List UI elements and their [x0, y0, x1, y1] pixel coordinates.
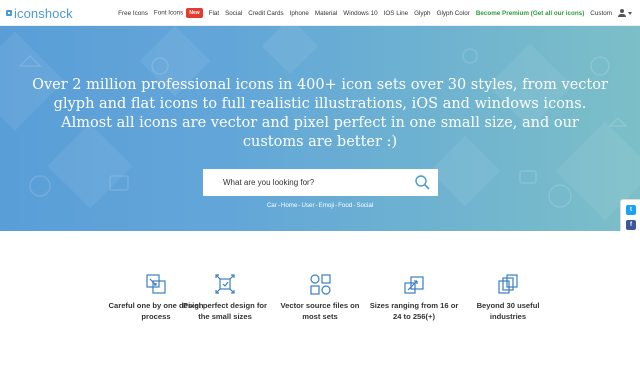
- industries-icon: [498, 274, 518, 294]
- search-button[interactable]: [414, 174, 430, 190]
- nav-item-font-icons[interactable]: Font Icons New: [154, 8, 203, 18]
- pixel-perfect-icon: [215, 274, 235, 294]
- feature-item: Pixel perfect design for the small sizes: [177, 273, 273, 322]
- tag-user[interactable]: User: [301, 202, 314, 209]
- new-badge: New: [186, 8, 203, 18]
- hero-banner: Over 2 million professional icons in 400…: [0, 26, 640, 231]
- nav-item-credit-cards[interactable]: Credit Cards: [248, 10, 283, 17]
- nav-item-glyph[interactable]: Glyph: [414, 10, 430, 17]
- tag-separator: -: [353, 202, 356, 209]
- hero-headline: Over 2 million professional icons in 400…: [32, 77, 608, 150]
- nav-item-free-icons[interactable]: Free Icons: [118, 10, 148, 17]
- user-menu[interactable]: [618, 9, 632, 17]
- tag-separator: -: [277, 202, 280, 209]
- tag-social[interactable]: Social: [356, 202, 373, 209]
- features-section: Careful one by one design process Pixel …: [0, 231, 640, 380]
- nav-item-iphone[interactable]: Iphone: [290, 10, 309, 17]
- sizes-icon: [404, 276, 424, 294]
- twitter-icon[interactable]: t: [626, 205, 636, 215]
- nav-item-font-icons-label: Font Icons: [153, 9, 184, 17]
- logo-icon: [6, 10, 12, 16]
- feature-label: Beyond 30 useful industries: [476, 301, 540, 321]
- tag-food[interactable]: Food: [338, 202, 352, 209]
- feature-label: Vector source files on most sets: [280, 301, 360, 321]
- nav-item-flat[interactable]: Flat: [209, 10, 220, 17]
- tag-emoji[interactable]: Emoji: [319, 202, 334, 209]
- search-box: [203, 169, 438, 196]
- top-nav: iconshock Free Icons Font Icons New Flat …: [0, 0, 640, 26]
- become-premium-link[interactable]: Become Premium (Get all our icons): [476, 10, 584, 17]
- main-menu: Free Icons Font Icons New Flat Social Cre…: [112, 0, 632, 26]
- feature-label: Pixel perfect design for the small sizes: [183, 301, 267, 321]
- nav-item-material[interactable]: Material: [315, 10, 337, 17]
- feature-item: Beyond 30 useful industries: [460, 273, 556, 322]
- design-process-icon: [146, 274, 166, 294]
- caret-down-icon: [628, 11, 632, 15]
- nav-item-glyph-color[interactable]: Glyph Color: [437, 10, 470, 17]
- nav-item-social[interactable]: Social: [225, 10, 242, 17]
- nav-item-windows-10[interactable]: Windows 10: [343, 10, 377, 17]
- tag-car[interactable]: Car: [267, 202, 277, 209]
- nav-item-ios-line[interactable]: IOS Line: [384, 10, 409, 17]
- search-input[interactable]: [203, 169, 408, 196]
- feature-item: Sizes ranging from 16 or 24 to 256(+): [366, 273, 462, 322]
- vector-files-icon: [310, 274, 331, 295]
- tag-separator: -: [335, 202, 338, 209]
- user-icon: [618, 9, 626, 17]
- logo-text: iconshock: [14, 5, 73, 21]
- popular-tags: Car-Home-User-Emoji-Food-Social: [0, 202, 640, 209]
- logo[interactable]: iconshock: [6, 4, 73, 22]
- tag-home[interactable]: Home: [281, 202, 298, 209]
- facebook-icon[interactable]: f: [626, 220, 636, 230]
- feature-item: Vector source files on most sets: [272, 273, 368, 322]
- nav-item-custom[interactable]: Custom: [590, 10, 612, 17]
- feature-label: Sizes ranging from 16 or 24 to 256(+): [369, 301, 459, 321]
- tag-separator: -: [315, 202, 318, 209]
- search-icon: [415, 175, 430, 190]
